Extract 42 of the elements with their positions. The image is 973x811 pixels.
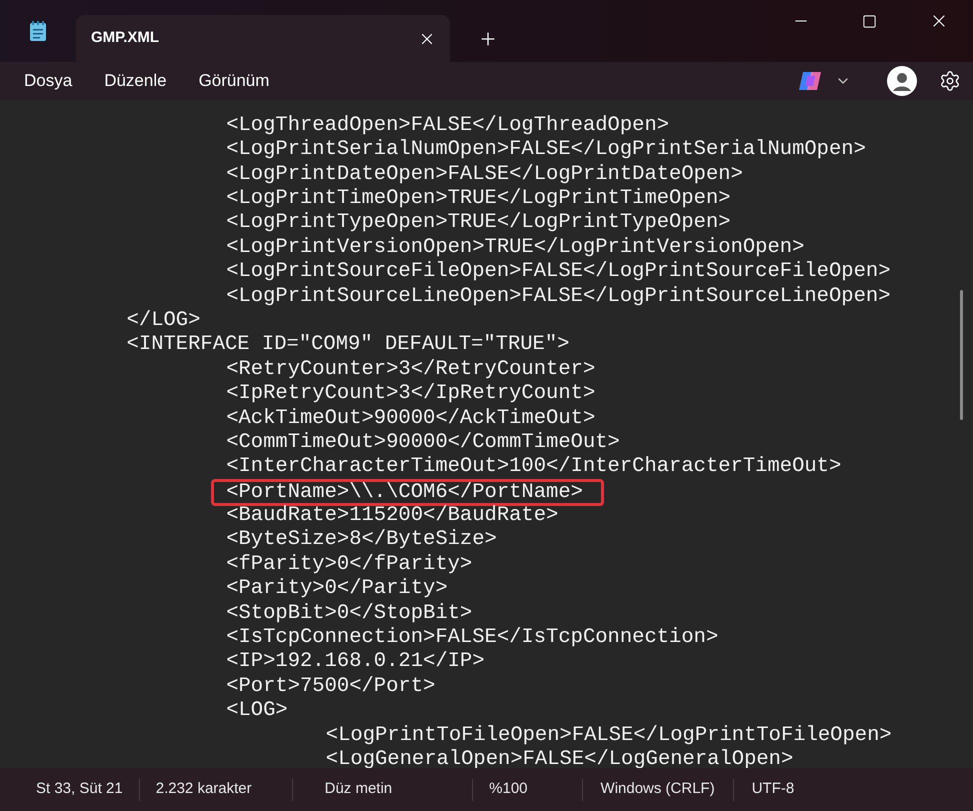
file-tab[interactable]: GMP.XML	[76, 15, 450, 62]
code-line: <ByteSize>8</ByteSize>	[226, 527, 497, 554]
code-line: <LogThreadOpen>FALSE</LogThreadOpen>	[226, 112, 670, 139]
code-line: <LogPrintSerialNumOpen>FALSE</LogPrintSerialNumOpen>	[226, 137, 866, 164]
code-line: <INTERFACE ID="COM9" DEFAULT="TRUE">	[126, 332, 570, 358]
code-line: <LogPrintSourceFileOpen>FALSE</LogPrintSourceFileOpen>	[226, 259, 890, 286]
menu-item[interactable]: Dosya	[12, 65, 84, 97]
status-item: 2.232 karakter	[154, 779, 253, 800]
code-line: <CommTimeOut>90000</CommTimeOut>	[226, 430, 620, 456]
code-line: <AckTimeOut>90000</AckTimeOut>	[226, 406, 596, 432]
code-line: <InterCharacterTimeOut>100</InterCharacterTimeOut>	[226, 454, 842, 480]
menu-item[interactable]: Düzenle	[92, 65, 179, 97]
code-line: <IsTcpConnection>FALSE</IsTcpConnection>	[226, 625, 718, 651]
code-line: <LogGeneralOpen>FALSE</LogGeneralOpen>	[326, 746, 794, 768]
status-item: Düz metin	[324, 779, 394, 800]
code-line: <Port>7500</Port>	[226, 674, 436, 700]
code-line: <LogPrintDateOpen>FALSE</LogPrintDateOpen>	[226, 162, 743, 188]
code-line: </LOG>	[126, 308, 200, 334]
status-item: St 33, Süt 21	[35, 779, 124, 800]
code-line: <LogPrintTimeOpen>TRUE</LogPrintTimeOpen>	[226, 186, 731, 212]
maximize-icon[interactable]	[862, 14, 877, 28]
code-line: <Parity>0</Parity>	[226, 576, 448, 602]
code-line: <LOG>	[226, 698, 288, 724]
status-item: %100	[488, 779, 529, 800]
code-line: <IpRetryCount>3</IpRetryCount>	[226, 381, 596, 408]
settings-icon[interactable]	[939, 70, 961, 92]
code-line: <LogPrintTypeOpen>TRUE</LogPrintTypeOpen>	[226, 210, 731, 236]
status-item: UTF-8	[750, 779, 796, 800]
notepad-icon	[28, 20, 48, 42]
menu-item[interactable]: Görünüm	[186, 65, 282, 97]
code-line: <LogPrintToFileOpen>FALSE</LogPrintToFileOpen>	[326, 722, 892, 749]
account-icon[interactable]	[887, 66, 917, 96]
copilot-icon[interactable]	[797, 70, 823, 92]
code-line: <LogPrintVersionOpen>TRUE</LogPrintVersionOpen>	[226, 234, 804, 261]
scrollbar-thumb[interactable]	[960, 290, 963, 420]
code-line: <IP>192.168.0.21</IP>	[226, 649, 485, 676]
code-line: <LogPrintSourceLineOpen>FALSE</LogPrintSourceLineOpen>	[226, 284, 890, 310]
status-item: Windows (CRLF)	[600, 779, 716, 800]
code-line: <BaudRate>115200</BaudRate>	[226, 503, 558, 529]
code-line: <RetryCounter>3</RetryCounter>	[226, 356, 596, 383]
code-line: <StopBit>0</StopBit>	[226, 600, 472, 627]
code-line: <fParity>0</fParity>	[226, 552, 472, 578]
